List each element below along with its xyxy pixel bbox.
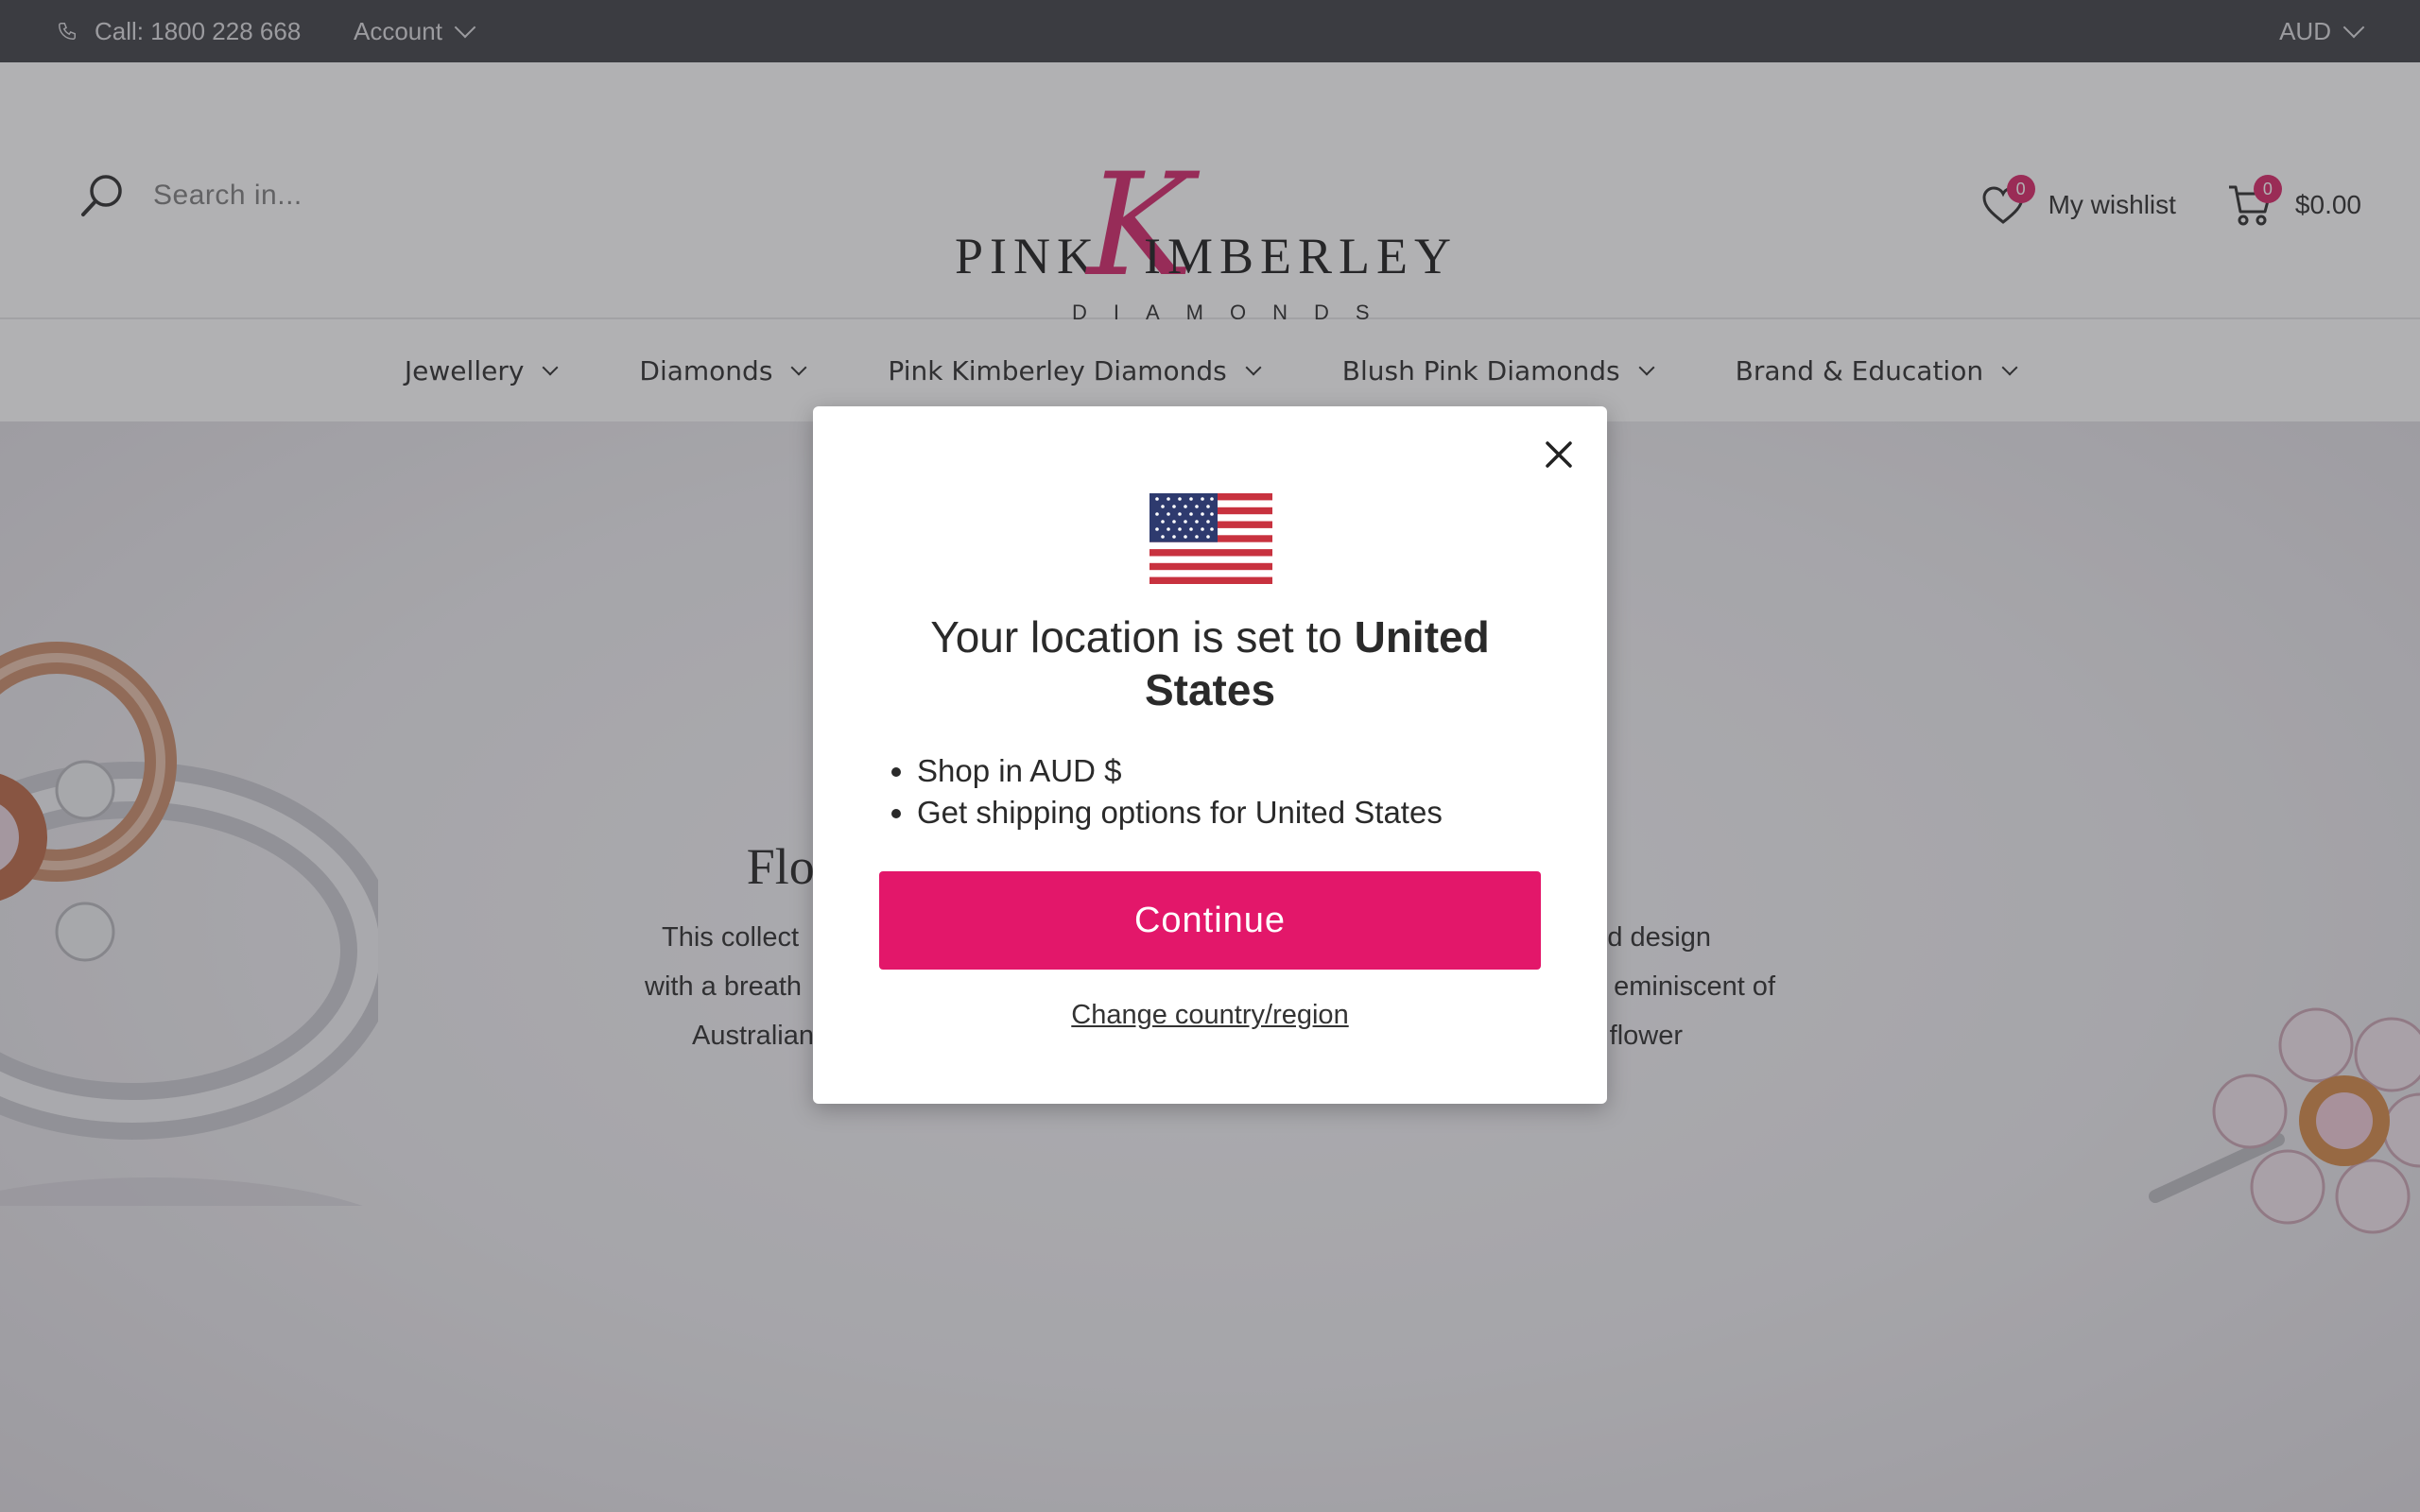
close-icon: [1546, 441, 1572, 468]
list-item: Shop in AUD $: [917, 750, 1443, 792]
list-item: Get shipping options for United States: [917, 792, 1443, 833]
modal-benefits-list: Shop in AUD $ Get shipping options for U…: [879, 750, 1443, 833]
us-flag-icon: [1150, 493, 1272, 584]
close-button[interactable]: [1535, 431, 1582, 478]
change-country-link[interactable]: Change country/region: [813, 1000, 1607, 1031]
modal-title-prefix: Your location is set to: [930, 612, 1355, 662]
continue-button[interactable]: Continue: [879, 871, 1541, 970]
location-modal: Your location is set to United States Sh…: [813, 406, 1607, 1104]
modal-title: Your location is set to United States: [870, 610, 1550, 716]
